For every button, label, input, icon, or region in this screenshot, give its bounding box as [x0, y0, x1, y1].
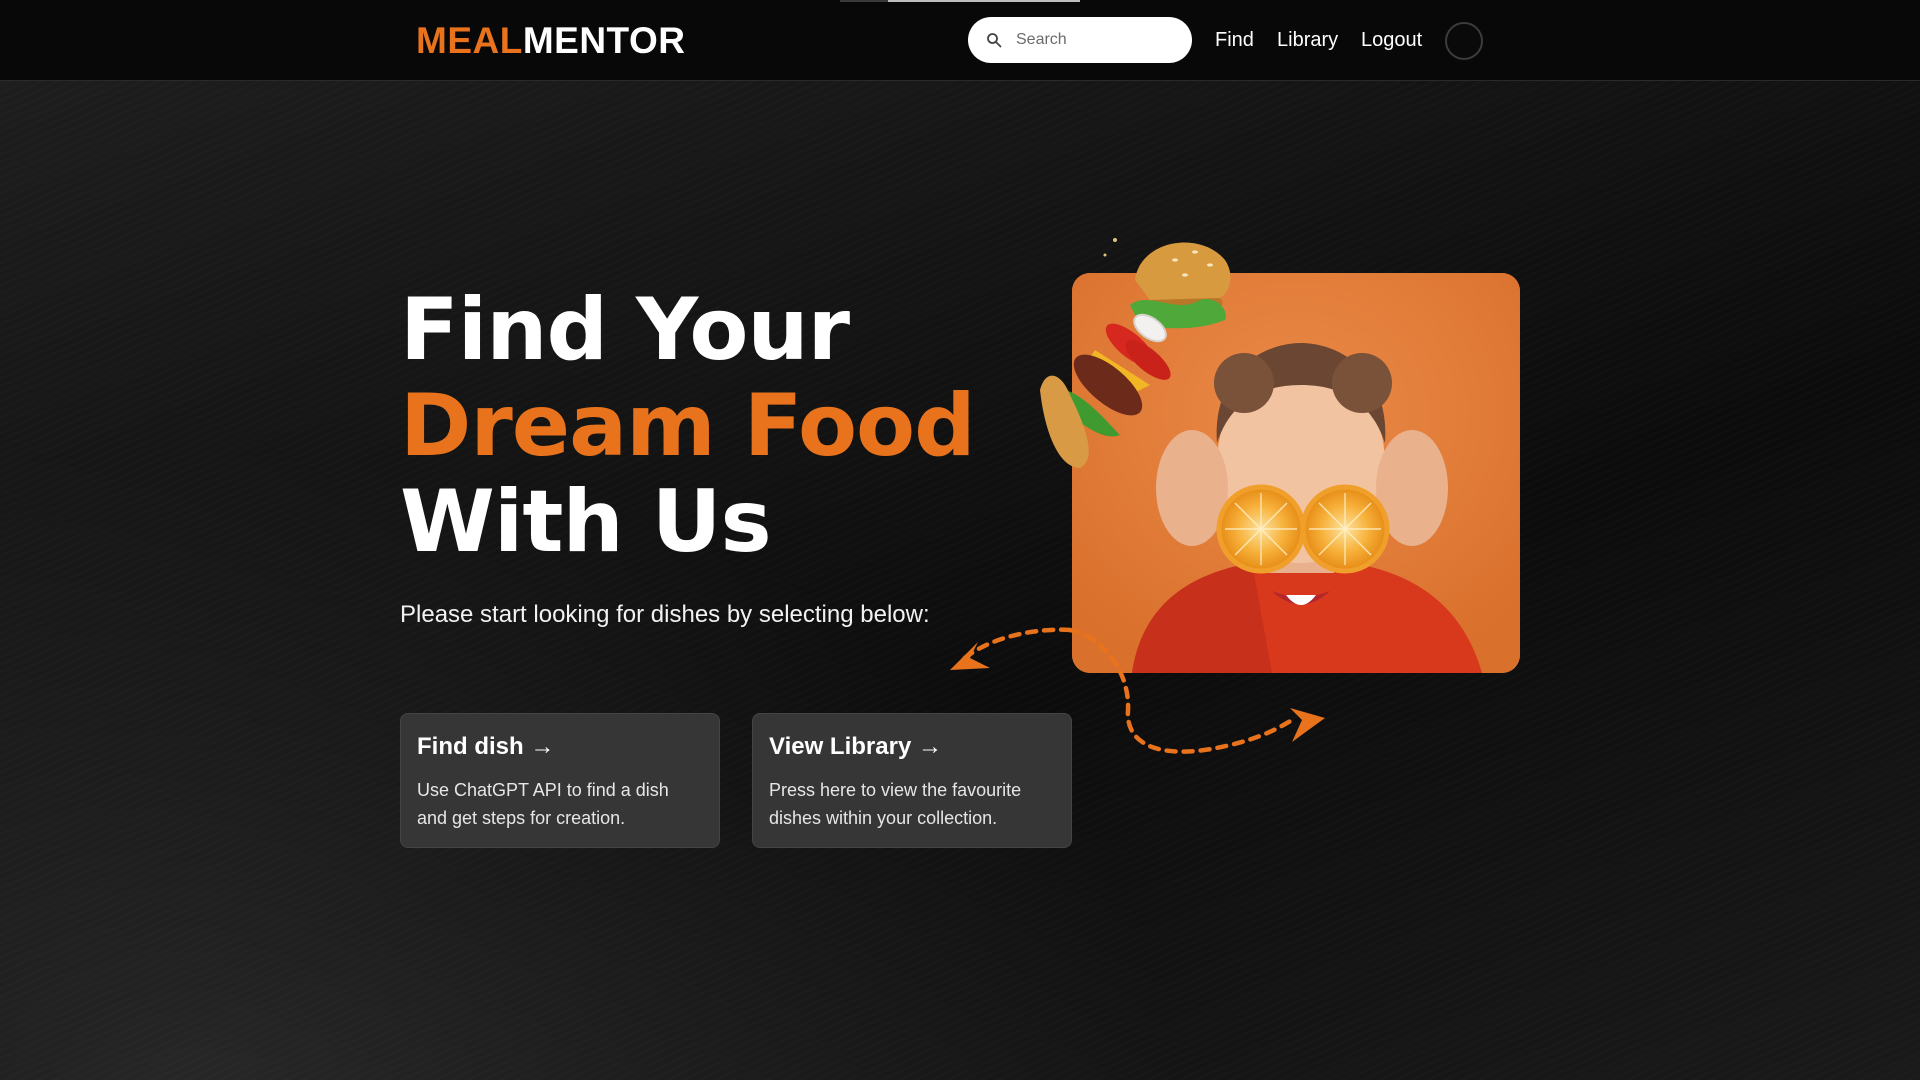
flying-burger-image	[1040, 238, 1231, 468]
top-navigation-bar: MEALMENTOR Find Library Logout	[0, 0, 1920, 81]
nav-link-logout[interactable]: Logout	[1361, 26, 1422, 54]
app-logo[interactable]: MEALMENTOR	[416, 18, 685, 64]
dashed-arrow-icon	[950, 627, 1325, 754]
user-avatar[interactable]	[1445, 22, 1483, 60]
logo-meal-text: MEAL	[416, 20, 523, 61]
hero-subtitle: Please start looking for dishes by selec…	[400, 601, 930, 628]
search-icon	[987, 33, 1002, 48]
logo-mentor-text: MENTOR	[522, 20, 686, 61]
search-bar[interactable]	[968, 17, 1192, 63]
find-dish-card[interactable]: Find dish → Use ChatGPT API to find a di…	[400, 713, 720, 848]
loading-indicator	[840, 0, 1080, 2]
hero-title-line-3: With Us	[400, 472, 772, 572]
search-input[interactable]	[1014, 30, 1178, 50]
view-library-card-description: Press here to view the favourite dishes …	[769, 780, 1022, 828]
nav-link-library[interactable]: Library	[1277, 26, 1338, 54]
hero-title-line-2: Dream Food	[400, 376, 976, 476]
find-dish-card-description: Use ChatGPT API to find a dish and get s…	[417, 780, 669, 828]
nav-link-find[interactable]: Find	[1215, 26, 1254, 54]
hero-title: Find Your Dream Food With Us	[400, 280, 976, 572]
hero-title-line-1: Find Your	[400, 280, 850, 380]
page: MEALMENTOR Find Library Logout Find Your…	[0, 0, 1920, 1080]
find-dish-card-title: Find dish →	[417, 733, 555, 760]
